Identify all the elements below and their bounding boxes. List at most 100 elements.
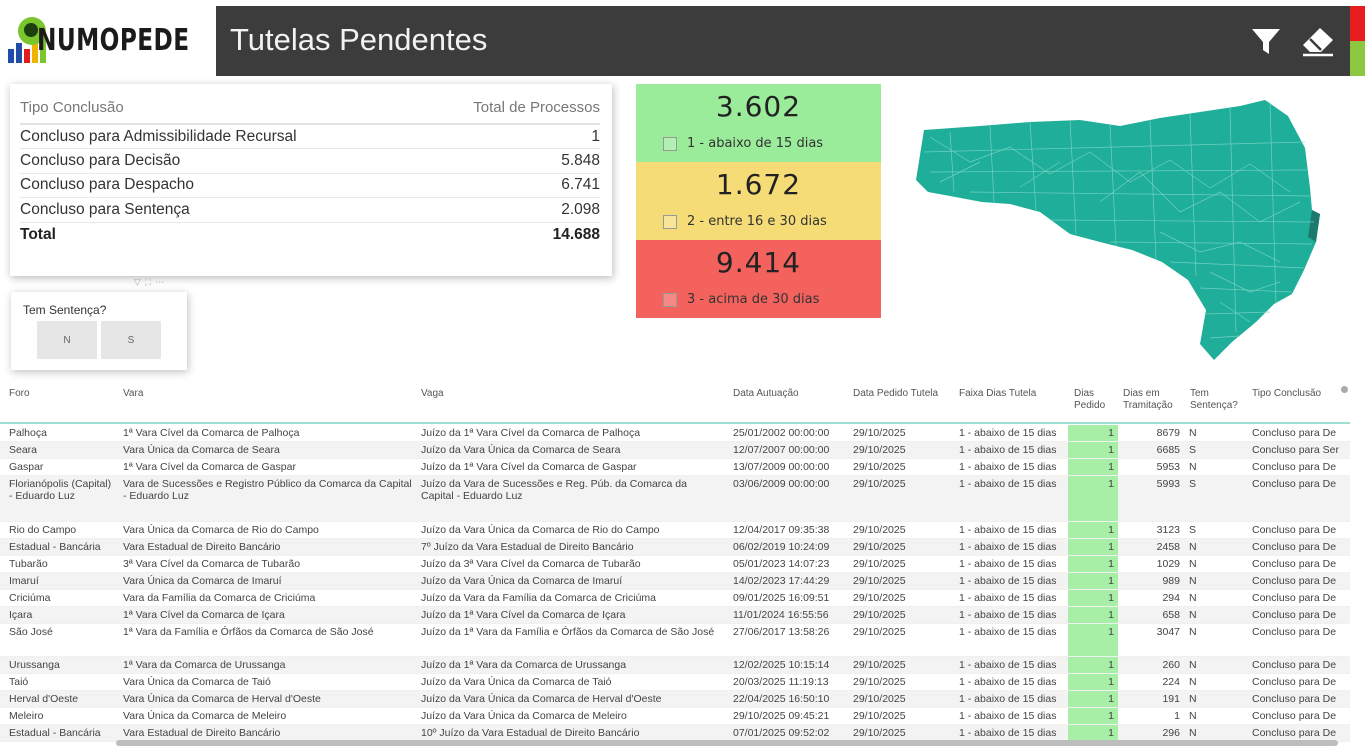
more-options-icon[interactable]: ⋯ bbox=[155, 278, 164, 288]
cell-vaga: Juízo da Vara Única da Comarca de Taió bbox=[421, 676, 612, 688]
col-header-tem-sentenca[interactable]: Tem Sentença? bbox=[1190, 388, 1248, 412]
cell-tipo-conclusao: Concluso para De bbox=[1252, 693, 1337, 705]
cell-dias-pedido: 1 bbox=[1108, 626, 1114, 638]
cell-dias-pedido: 1 bbox=[1108, 541, 1114, 553]
table-row[interactable]: Meleiro Vara Única da Comarca de Meleiro J… bbox=[0, 708, 1350, 725]
kpi-card-acima-30[interactable]: 9.414 3 - acima de 30 dias bbox=[636, 240, 881, 318]
kpi-label-text: 1 - abaixo de 15 dias bbox=[687, 136, 824, 151]
cell-faixa: 1 - abaixo de 15 dias bbox=[959, 609, 1057, 621]
col-header-data-pedido[interactable]: Data Pedido Tutela bbox=[853, 388, 938, 400]
cell-vara: Vara Única da Comarca de Seara bbox=[123, 444, 280, 456]
cell-data-autuacao: 12/02/2025 10:15:14 bbox=[733, 659, 830, 671]
slicer-option-s[interactable]: S bbox=[101, 321, 161, 359]
cell-dias-tramitacao: 296 bbox=[1162, 727, 1180, 739]
table-row[interactable]: Herval d'Oeste Vara Única da Comarca de H… bbox=[0, 691, 1350, 708]
kpi-checkbox-label[interactable]: 3 - acima de 30 dias bbox=[663, 292, 819, 307]
kpi-checkbox-label[interactable]: 1 - abaixo de 15 dias bbox=[663, 136, 823, 151]
table-row[interactable]: Içara 1ª Vara Cível da Comarca de Içara Ju… bbox=[0, 607, 1350, 624]
col-header-tipo[interactable]: Tipo Conclusão bbox=[20, 92, 418, 125]
table-row[interactable]: Taió Vara Única da Comarca de Taió Juízo d… bbox=[0, 674, 1350, 691]
visual-filter-icon[interactable]: ▽ bbox=[134, 278, 141, 288]
cell-faixa: 1 - abaixo de 15 dias bbox=[959, 592, 1057, 604]
cell-tipo-conclusao: Concluso para De bbox=[1252, 626, 1337, 638]
kpi-checkbox-label[interactable]: 2 - entre 16 e 30 dias bbox=[663, 214, 827, 229]
table-row[interactable]: Imaruí Vara Única da Comarca de Imaruí Juí… bbox=[0, 573, 1350, 590]
summary-row[interactable]: Concluso para Despacho 6.741 bbox=[20, 173, 600, 198]
focus-mode-icon[interactable]: ⛶ bbox=[145, 278, 151, 288]
accent-strip-green bbox=[1350, 41, 1365, 76]
col-header-foro[interactable]: Foro bbox=[9, 388, 30, 400]
eraser-icon[interactable] bbox=[1300, 24, 1336, 60]
cell-data-pedido: 29/10/2025 bbox=[853, 524, 906, 536]
cell-dias-pedido: 1 bbox=[1108, 659, 1114, 671]
cell-foro: Herval d'Oeste bbox=[9, 693, 79, 705]
table-row[interactable]: Urussanga 1ª Vara da Comarca de Urussanga… bbox=[0, 657, 1350, 674]
checkbox-icon[interactable] bbox=[663, 214, 677, 229]
summary-row[interactable]: Concluso para Admissibilidade Recursal 1 bbox=[20, 124, 600, 149]
cell-vaga: Juízo da 3ª Vara Cível da Comarca de Tub… bbox=[421, 558, 641, 570]
table-row[interactable]: Gaspar 1ª Vara Cível da Comarca de Gaspar… bbox=[0, 459, 1350, 476]
cell-faixa: 1 - abaixo de 15 dias bbox=[959, 626, 1057, 638]
table-row[interactable]: Rio do Campo Vara Única da Comarca de Rio… bbox=[0, 522, 1350, 539]
cell-foro: Criciúma bbox=[9, 592, 51, 604]
col-header-faixa[interactable]: Faixa Dias Tutela bbox=[959, 388, 1036, 400]
cell-vara: Vara de Sucessões e Registro Público da … bbox=[123, 478, 412, 502]
cell-data-autuacao: 29/10/2025 09:45:21 bbox=[733, 710, 830, 722]
table-row[interactable]: Tubarão 3ª Vara Cível da Comarca de Tubar… bbox=[0, 556, 1350, 573]
table-row[interactable]: Seara Vara Única da Comarca de Seara Juízo… bbox=[0, 442, 1350, 459]
kpi-card-abaixo-15[interactable]: 3.602 1 - abaixo de 15 dias bbox=[636, 84, 881, 162]
summary-row[interactable]: Concluso para Decisão 5.848 bbox=[20, 148, 600, 174]
cell-dias-pedido: 1 bbox=[1108, 478, 1114, 490]
cell-dias-tramitacao: 260 bbox=[1162, 659, 1180, 671]
column-options-icon[interactable] bbox=[1341, 386, 1348, 393]
map-region-state bbox=[916, 100, 1320, 360]
cell-foro: Meleiro bbox=[9, 710, 44, 722]
detail-table[interactable]: Foro Vara Vaga Data Autuação Data Pedido… bbox=[0, 380, 1350, 750]
col-header-tipo-conclusao[interactable]: Tipo Conclusão bbox=[1252, 388, 1321, 400]
cell-foro: Tubarão bbox=[9, 558, 48, 570]
cell-foro: São José bbox=[9, 626, 53, 638]
horizontal-scrollbar[interactable] bbox=[116, 740, 1338, 746]
logo-mark-icon bbox=[8, 15, 46, 65]
checkbox-icon[interactable] bbox=[663, 292, 677, 307]
kpi-card-entre-16-30[interactable]: 1.672 2 - entre 16 e 30 dias bbox=[636, 162, 881, 240]
filter-icon[interactable] bbox=[1248, 24, 1284, 60]
cell-tem-sentenca: S bbox=[1189, 478, 1197, 490]
cell-data-pedido: 29/10/2025 bbox=[853, 541, 906, 553]
table-row[interactable]: Criciúma Vara da Família da Comarca de Cr… bbox=[0, 590, 1350, 607]
santa-catarina-map[interactable] bbox=[910, 92, 1330, 362]
col-header-dias-pedido[interactable]: Dias Pedido bbox=[1074, 388, 1114, 412]
cell-tem-sentenca: N bbox=[1189, 693, 1197, 705]
table-row[interactable]: Florianópolis (Capital) - Eduardo Luz Var… bbox=[0, 476, 1350, 522]
cell-data-pedido: 29/10/2025 bbox=[853, 676, 906, 688]
col-header-dias-tramitacao[interactable]: Dias em Tramitação bbox=[1123, 388, 1183, 412]
table-row[interactable]: São José 1ª Vara da Família e Órfãos da C… bbox=[0, 624, 1350, 657]
checkbox-icon[interactable] bbox=[663, 136, 677, 151]
summary-total: 2.098 bbox=[417, 197, 600, 223]
summary-table-card: Tipo Conclusão Total de Processos Conclu… bbox=[10, 84, 612, 276]
table-row[interactable]: Palhoça 1ª Vara Cível da Comarca de Palho… bbox=[0, 425, 1350, 442]
cell-dias-pedido: 1 bbox=[1108, 727, 1114, 739]
table-row[interactable]: Estadual - Bancária Vara Estadual de Dire… bbox=[0, 539, 1350, 556]
cell-tem-sentenca: S bbox=[1189, 524, 1197, 536]
slicer-option-n[interactable]: N bbox=[37, 321, 97, 359]
cell-tem-sentenca: N bbox=[1189, 541, 1197, 553]
col-header-total[interactable]: Total de Processos bbox=[417, 92, 600, 125]
cell-data-pedido: 29/10/2025 bbox=[853, 427, 906, 439]
cell-dias-pedido: 1 bbox=[1108, 461, 1114, 473]
cell-vara: 1ª Vara Cível da Comarca de Içara bbox=[123, 609, 285, 621]
cell-vaga: Juízo da Vara Única da Comarca de Imaruí bbox=[421, 575, 623, 587]
col-header-data-autuacao[interactable]: Data Autuação bbox=[733, 388, 799, 400]
cell-faixa: 1 - abaixo de 15 dias bbox=[959, 461, 1057, 473]
cell-faixa: 1 - abaixo de 15 dias bbox=[959, 524, 1057, 536]
summary-total: 1 bbox=[417, 124, 600, 149]
visual-header: ▽ ⛶ ⋯ bbox=[113, 276, 185, 290]
cell-faixa: 1 - abaixo de 15 dias bbox=[959, 541, 1057, 553]
summary-row[interactable]: Concluso para Sentença 2.098 bbox=[20, 197, 600, 223]
cell-tem-sentenca: N bbox=[1189, 626, 1197, 638]
col-header-vara[interactable]: Vara bbox=[123, 388, 143, 400]
cell-vaga: 7º Juízo da Vara Estadual de Direito Ban… bbox=[421, 541, 634, 553]
col-header-vaga[interactable]: Vaga bbox=[421, 388, 444, 400]
tem-sentenca-slicer: Tem Sentença? N S bbox=[11, 292, 187, 370]
cell-vara: Vara da Família da Comarca de Criciúma bbox=[123, 592, 316, 604]
